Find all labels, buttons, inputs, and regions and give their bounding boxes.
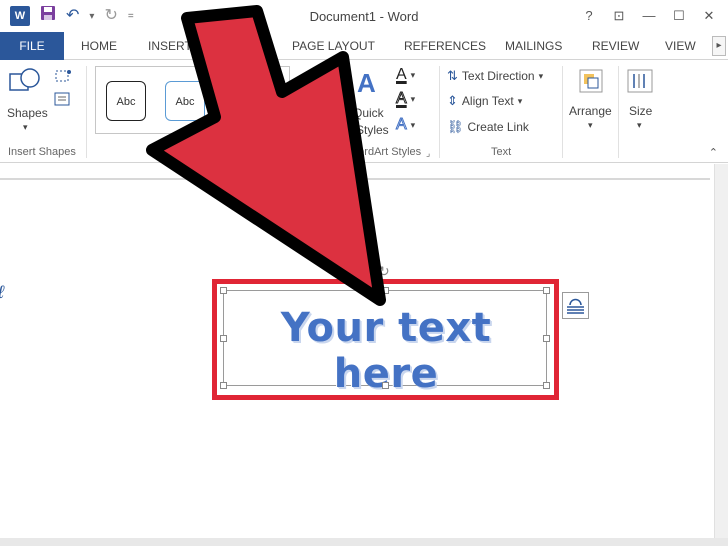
layout-options-icon — [567, 298, 584, 314]
vertical-scrollbar[interactable] — [714, 164, 728, 546]
page-top-edge — [0, 178, 710, 180]
resize-handle-top-left[interactable] — [220, 287, 227, 294]
close-icon[interactable]: ✕ — [694, 6, 724, 26]
tab-references[interactable]: REFERENCES — [404, 32, 486, 60]
resize-handle-top-right[interactable] — [543, 287, 550, 294]
text-outline-icon: A — [396, 90, 408, 108]
quick-styles-icon[interactable]: A — [357, 68, 376, 99]
text-fill-button[interactable]: A ▾ — [396, 66, 415, 84]
resize-handle-bottom-left[interactable] — [220, 382, 227, 389]
ribbon-tabs: FILE HOME INSERT DESIGN PAGE LAYOUT REFE… — [0, 32, 728, 60]
group-separator — [562, 66, 563, 158]
create-link-label: Create Link — [467, 120, 529, 134]
quick-styles-label-top[interactable]: Quick — [353, 106, 384, 120]
text-fill-dropdown-icon: ▾ — [410, 69, 416, 80]
text-direction-dropdown-icon: ▾ — [538, 70, 544, 81]
shape-style-option-2[interactable]: Abc — [165, 81, 205, 121]
tabs-scroll-right-icon[interactable]: ▸ — [712, 36, 726, 56]
resize-handle-left[interactable] — [220, 335, 227, 342]
shapes-icon[interactable] — [8, 66, 44, 96]
edit-shape-icon[interactable] — [54, 68, 76, 89]
resize-handle-right[interactable] — [543, 335, 550, 342]
text-fill-icon: A — [396, 66, 407, 83]
window-controls: ? ⊡ — ☐ ✕ — [574, 6, 724, 26]
rotate-handle-icon[interactable]: ↻ — [378, 263, 390, 280]
ribbon: Shapes ▾ Insert Shapes Abc Abc Quick Sty… — [0, 60, 728, 163]
tab-mailings[interactable]: MAILINGS — [505, 32, 562, 60]
quick-styles-label-bottom[interactable]: Styles — [356, 123, 389, 137]
text-direction-label: Text Direction — [461, 69, 535, 83]
size-icon[interactable] — [626, 68, 654, 99]
size-label[interactable]: Size — [629, 104, 652, 118]
tab-page-layout[interactable]: PAGE LAYOUT — [292, 32, 375, 60]
shape-style-option-1[interactable]: Abc — [106, 81, 146, 121]
tab-design[interactable]: DESIGN — [216, 32, 262, 60]
text-effects-icon: A — [396, 116, 408, 134]
resize-handle-bottom-right[interactable] — [543, 382, 550, 389]
align-text-dropdown-icon: ▾ — [517, 95, 523, 106]
text-group-label: Text — [491, 146, 512, 158]
resize-handle-bottom[interactable] — [382, 382, 389, 389]
create-link-button[interactable]: ⛓ Create Link — [447, 119, 529, 135]
arrange-label[interactable]: Arrange — [569, 104, 612, 118]
wordart-styles-group-label: WordArt Styles — [348, 146, 422, 158]
shapes-dropdown-icon[interactable]: ▾ — [23, 122, 28, 133]
group-separator — [439, 66, 440, 158]
layout-options-button[interactable] — [562, 292, 589, 319]
text-direction-icon: ⇅ — [447, 68, 458, 83]
minimize-icon[interactable]: — — [634, 6, 664, 26]
align-text-button[interactable]: ⇕ Align Text ▾ — [447, 93, 522, 109]
tab-review[interactable]: REVIEW — [592, 32, 639, 60]
horizontal-scrollbar[interactable] — [0, 538, 728, 546]
text-outline-dropdown-icon: ▾ — [410, 93, 416, 104]
shapes-label[interactable]: Shapes — [7, 106, 48, 120]
title-bar: W ↶ ▾ ↻ = Document1 - Word ? ⊡ — ☐ ✕ — [0, 0, 728, 32]
maximize-icon[interactable]: ☐ — [664, 6, 694, 26]
arrange-dropdown-icon[interactable]: ▾ — [588, 120, 593, 131]
align-text-icon: ⇕ — [447, 93, 458, 108]
group-separator — [618, 66, 619, 158]
wordart-dialog-launcher-icon[interactable]: ⌟ — [426, 148, 430, 159]
align-text-label: Align Text — [461, 94, 514, 108]
tab-insert[interactable]: INSERT — [148, 32, 192, 60]
ribbon-display-options-icon[interactable]: ⊡ — [604, 6, 634, 26]
link-icon: ⛓ — [447, 119, 464, 134]
text-effects-button[interactable]: A ▾ — [396, 116, 416, 134]
arrange-icon[interactable] — [578, 68, 604, 99]
shape-styles-gallery: Abc Abc — [95, 66, 290, 134]
insert-shapes-group-label: Insert Shapes — [8, 146, 76, 158]
size-dropdown-icon[interactable]: ▾ — [637, 120, 642, 131]
collapse-ribbon-icon[interactable]: ⌃ — [709, 146, 718, 159]
help-icon[interactable]: ? — [574, 6, 604, 26]
tab-home[interactable]: HOME — [81, 32, 117, 60]
text-effects-dropdown-icon: ▾ — [410, 119, 416, 130]
tab-view[interactable]: VIEW — [665, 32, 696, 60]
resize-handle-top[interactable] — [382, 287, 389, 294]
wordart-text-box[interactable]: Your text here — [220, 287, 550, 397]
draw-text-box-icon[interactable] — [54, 92, 70, 111]
document-canvas[interactable]: ℓ ↻ Your text here — [0, 164, 728, 546]
page-left-edge-mark: ℓ — [0, 282, 4, 303]
text-outline-button[interactable]: A ▾ — [396, 90, 416, 108]
group-separator — [86, 66, 87, 158]
text-direction-button[interactable]: ⇅ Text Direction ▾ — [447, 68, 543, 84]
tab-file[interactable]: FILE — [0, 32, 64, 60]
